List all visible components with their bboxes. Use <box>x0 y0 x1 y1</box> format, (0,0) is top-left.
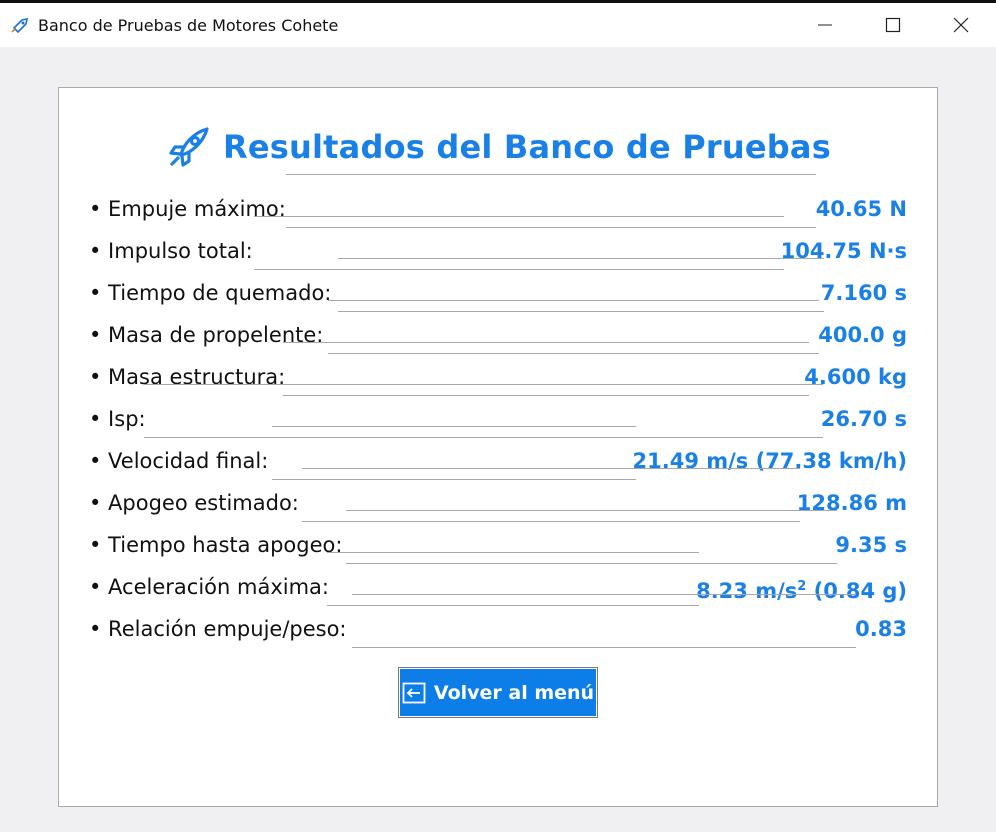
close-button[interactable] <box>926 3 996 47</box>
row-label: • Tiempo de quemado: <box>89 281 332 305</box>
back-arrow-icon <box>402 682 426 703</box>
results-title: Resultados del Banco de Pruebas <box>223 128 831 166</box>
row-value: 9.35 s <box>835 533 907 557</box>
results-heading: Resultados del Banco de Pruebas <box>59 124 939 170</box>
minimize-button[interactable] <box>790 3 860 47</box>
back-button-label: Volver al menú <box>433 681 595 704</box>
row-label: • Tiempo hasta apogeo: <box>89 533 343 557</box>
row-label: • Aceleración máxima: <box>89 575 329 599</box>
row-label: • Velocidad final: <box>89 449 269 473</box>
row-value: 40.65 N <box>815 197 907 221</box>
row-value: 0.83 <box>855 617 907 641</box>
value-superscript: 2 <box>797 579 807 594</box>
rocket-icon <box>169 127 209 167</box>
title-bar: Banco de Pruebas de Motores Cohete <box>0 0 996 47</box>
row-value: 7.160 s <box>820 281 907 305</box>
row-label: • Relación empuje/peso: <box>89 617 347 641</box>
result-row-relacion-empuje-peso: • Relación empuje/peso: 0.83 <box>89 594 907 648</box>
window-title: Banco de Pruebas de Motores Cohete <box>38 16 339 35</box>
row-divider <box>352 594 856 648</box>
rocket-app-icon <box>11 17 29 34</box>
row-label: • Apogeo estimado: <box>89 491 299 515</box>
maximize-button[interactable] <box>858 3 928 47</box>
maximize-icon <box>885 17 901 33</box>
results-panel: Resultados del Banco de Pruebas • Empuje… <box>58 87 938 807</box>
row-label: • Isp: <box>89 407 146 431</box>
minimize-icon <box>818 24 832 26</box>
row-value: 400.0 g <box>818 323 907 347</box>
back-to-menu-button[interactable]: Volver al menú <box>398 667 598 718</box>
close-icon <box>953 17 969 33</box>
row-value: 26.70 s <box>820 407 907 431</box>
row-label: • Impulso total: <box>89 239 253 263</box>
